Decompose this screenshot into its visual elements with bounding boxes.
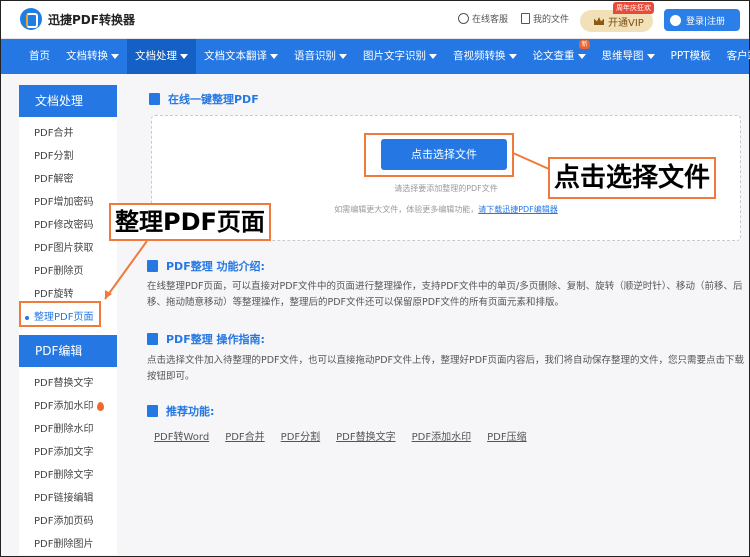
annotation-callout-organize: 整理PDF页面	[109, 203, 271, 241]
annotation-arrows	[104, 152, 550, 300]
annotation-callout-choose: 点击选择文件	[548, 157, 717, 199]
arrow-left-line	[104, 240, 148, 300]
annotation-highlight-sidebar	[19, 301, 101, 327]
annotation-highlight-choose	[364, 133, 514, 177]
arrow-right-line	[512, 152, 550, 170]
